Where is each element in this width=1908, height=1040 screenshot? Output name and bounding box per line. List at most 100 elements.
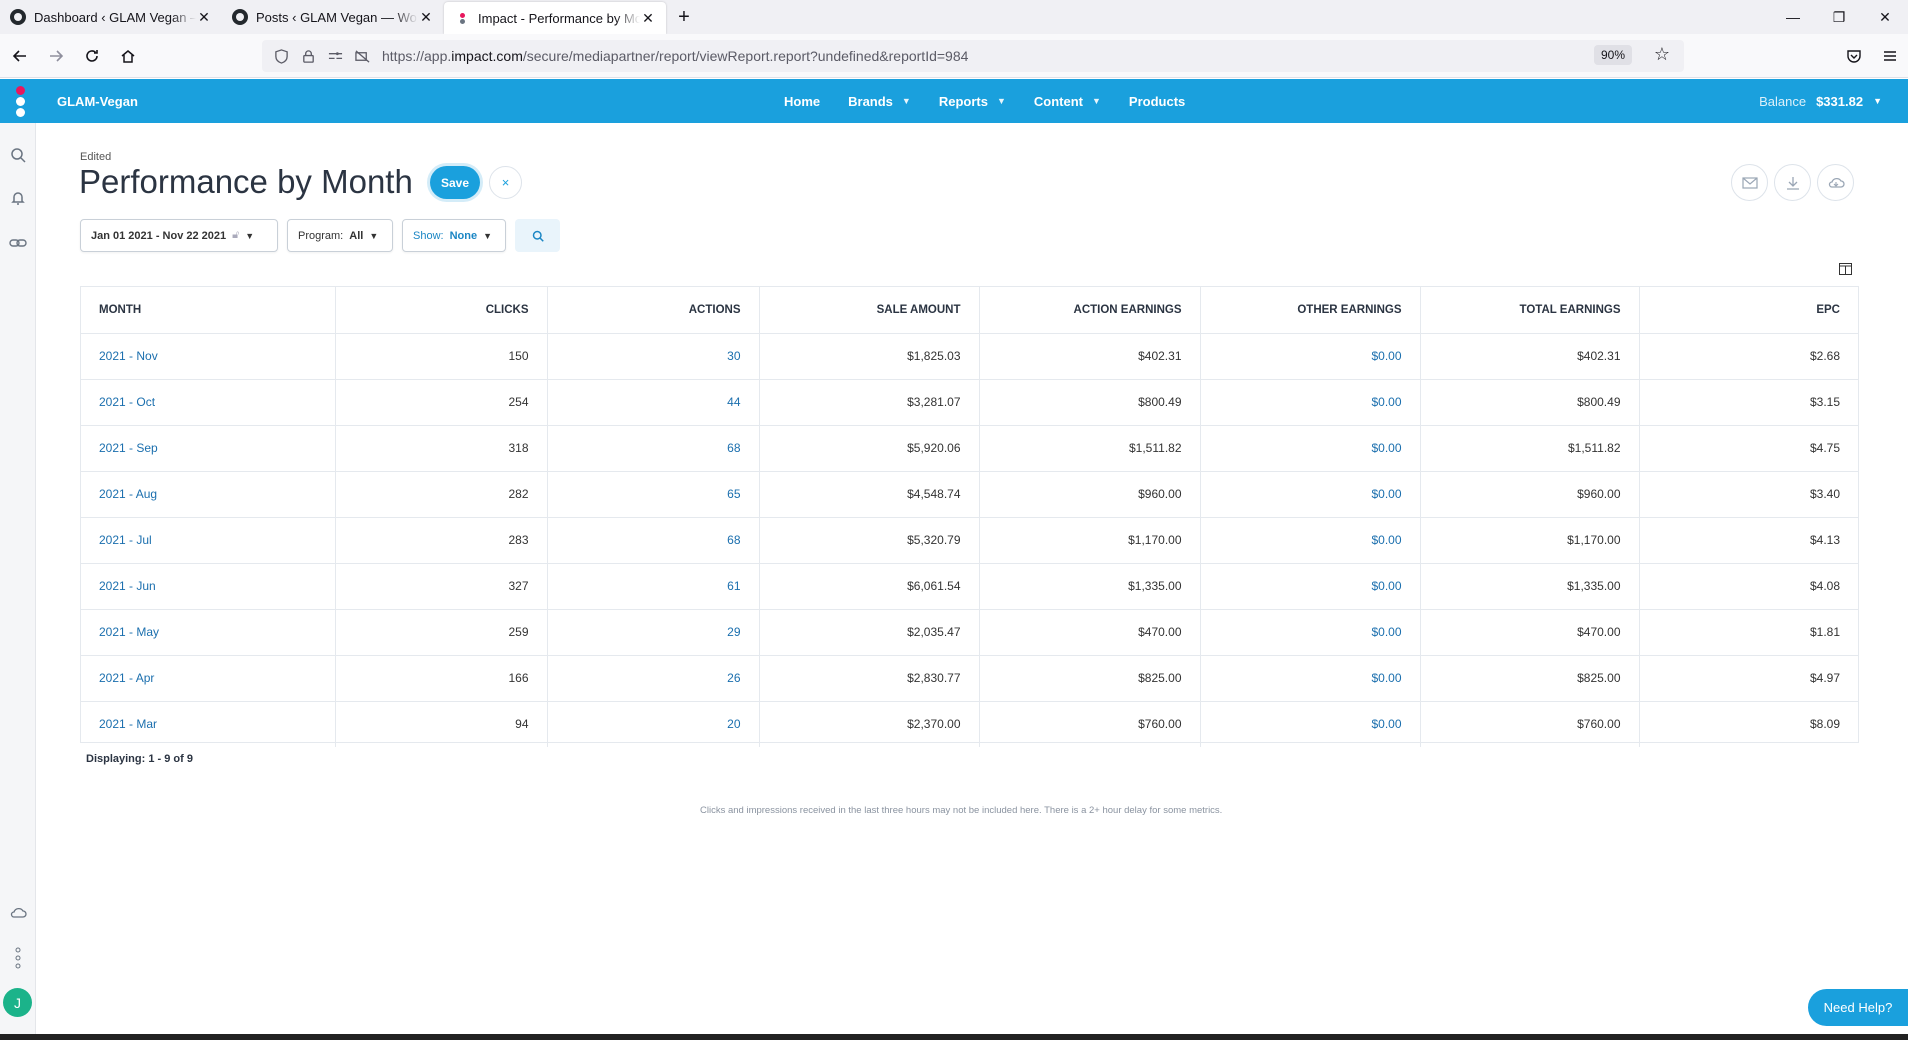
link-icon[interactable]: [9, 234, 27, 252]
program-filter[interactable]: Program: All ▼: [287, 219, 393, 252]
back-arrow-icon[interactable]: [2, 38, 38, 74]
close-tab-icon[interactable]: ✕: [640, 10, 656, 27]
table-cell: $800.49: [1420, 379, 1640, 426]
impact-logo-icon[interactable]: [0, 79, 40, 123]
nav-reports[interactable]: Reports ▼: [925, 94, 1020, 109]
table-cell-link[interactable]: 26: [547, 655, 760, 702]
new-tab-button[interactable]: +: [666, 0, 702, 34]
restore-icon[interactable]: ❐: [1816, 0, 1862, 34]
browser-tab-impact[interactable]: Impact - Performance by Month ✕: [444, 2, 666, 34]
month-link[interactable]: 2021 - Jul: [81, 517, 336, 564]
bookmark-star-icon[interactable]: ☆: [1654, 44, 1670, 65]
home-icon[interactable]: [110, 38, 146, 74]
url-text: https://app.impact.com/secure/mediapartn…: [382, 48, 969, 64]
balance-dropdown[interactable]: Balance $331.82 ▼: [1759, 79, 1882, 123]
close-tab-icon[interactable]: ✕: [418, 9, 434, 26]
table-row: 2021 - Sep 318 68 $5,920.06 $1,511.82 $0.00 $1…: [81, 425, 1858, 472]
table-cell-link[interactable]: 20: [547, 701, 760, 747]
cloud-icon[interactable]: [9, 903, 27, 921]
column-header[interactable]: SALE AMOUNT: [759, 287, 980, 334]
month-link[interactable]: 2021 - Jun: [81, 563, 336, 610]
close-icon[interactable]: ×: [489, 166, 522, 199]
table-cell-link[interactable]: $0.00: [1200, 379, 1421, 426]
chevron-down-icon: ▼: [1092, 96, 1101, 106]
tab-title: Dashboard ‹ GLAM Vegan — WordPress: [34, 9, 196, 25]
url-bar[interactable]: https://app.impact.com/secure/mediapartn…: [262, 40, 1684, 72]
show-filter[interactable]: Show: None ▼: [402, 219, 506, 252]
table-cell-link[interactable]: $0.00: [1200, 333, 1421, 380]
browser-tab-posts[interactable]: Posts ‹ GLAM Vegan — WordPress ✕: [222, 0, 444, 34]
permissions-icon[interactable]: [328, 49, 343, 64]
menu-hamburger-icon[interactable]: [1872, 38, 1908, 74]
download-icon[interactable]: [1774, 164, 1811, 201]
table-cell-link[interactable]: 29: [547, 609, 760, 656]
close-tab-icon[interactable]: ✕: [196, 9, 212, 26]
search-button[interactable]: [515, 219, 560, 252]
table-cell-link[interactable]: 68: [547, 425, 760, 472]
column-header[interactable]: ACTION EARNINGS: [979, 287, 1201, 334]
table-cell-link[interactable]: $0.00: [1200, 425, 1421, 472]
month-link[interactable]: 2021 - Nov: [81, 333, 336, 380]
table-cell-link[interactable]: 61: [547, 563, 760, 610]
table-cell-link[interactable]: $0.00: [1200, 701, 1421, 747]
user-avatar[interactable]: J: [3, 988, 32, 1017]
table-cell: 318: [335, 425, 548, 472]
table-cell-link[interactable]: $0.00: [1200, 517, 1421, 564]
shield-icon[interactable]: [274, 48, 289, 64]
table-cell-link[interactable]: 65: [547, 471, 760, 518]
chevron-down-icon: ▼: [369, 230, 379, 241]
month-link[interactable]: 2021 - Mar: [81, 701, 336, 747]
table-cell-link[interactable]: $0.00: [1200, 563, 1421, 610]
month-link[interactable]: 2021 - Aug: [81, 471, 336, 518]
month-link[interactable]: 2021 - Oct: [81, 379, 336, 426]
table-cell-link[interactable]: $0.00: [1200, 609, 1421, 656]
more-vertical-icon[interactable]: [9, 946, 27, 970]
table-row: 2021 - Mar 94 20 $2,370.00 $760.00 $0.00 $760.…: [81, 701, 1858, 747]
column-header[interactable]: MONTH: [81, 287, 336, 334]
month-link[interactable]: 2021 - Sep: [81, 425, 336, 472]
email-icon[interactable]: [1731, 164, 1768, 201]
month-link[interactable]: 2021 - Apr: [81, 655, 336, 702]
table-cell-link[interactable]: $0.00: [1200, 471, 1421, 518]
month-link[interactable]: 2021 - May: [81, 609, 336, 656]
bell-icon[interactable]: [9, 189, 27, 207]
table-cell: $3.15: [1639, 379, 1858, 426]
column-header[interactable]: ACTIONS: [547, 287, 760, 334]
camera-blocked-icon[interactable]: [355, 49, 370, 64]
need-help-button[interactable]: Need Help?: [1808, 989, 1908, 1026]
column-header[interactable]: EPC: [1639, 287, 1858, 334]
table-cell-link[interactable]: 68: [547, 517, 760, 564]
nav-brands[interactable]: Brands ▼: [834, 94, 925, 109]
pocket-icon[interactable]: [1836, 38, 1872, 74]
nav-content[interactable]: Content ▼: [1020, 94, 1115, 109]
nav-products[interactable]: Products: [1115, 94, 1199, 109]
tab-title: Posts ‹ GLAM Vegan — WordPress: [256, 9, 418, 25]
reload-icon[interactable]: [74, 38, 110, 74]
table-cell-link[interactable]: 30: [547, 333, 760, 380]
cloud-sync-icon[interactable]: [1817, 164, 1854, 201]
column-header[interactable]: TOTAL EARNINGS: [1420, 287, 1640, 334]
table-cell-link[interactable]: 44: [547, 379, 760, 426]
zoom-level[interactable]: 90%: [1593, 45, 1632, 65]
minimize-icon[interactable]: —: [1770, 0, 1816, 34]
close-window-icon[interactable]: ✕: [1862, 0, 1908, 34]
table-cell-link[interactable]: $0.00: [1200, 655, 1421, 702]
save-button[interactable]: Save: [430, 166, 480, 199]
lock-icon[interactable]: [301, 49, 316, 64]
columns-icon[interactable]: [1839, 263, 1852, 275]
taskbar: [0, 1034, 1908, 1040]
account-name[interactable]: GLAM-Vegan: [57, 94, 138, 109]
table-cell: $5,320.79: [759, 517, 980, 564]
nav-home[interactable]: Home: [770, 94, 834, 109]
browser-tab-dashboard[interactable]: Dashboard ‹ GLAM Vegan — WordPress ✕: [0, 0, 222, 34]
table-cell: $1,335.00: [979, 563, 1201, 610]
column-header[interactable]: CLICKS: [335, 287, 548, 334]
table-cell: $1,825.03: [759, 333, 980, 380]
table-cell: $1,170.00: [1420, 517, 1640, 564]
table-row: 2021 - Jul 283 68 $5,320.79 $1,170.00 $0.00 $1…: [81, 517, 1858, 564]
column-header[interactable]: OTHER EARNINGS: [1200, 287, 1421, 334]
table-cell: 282: [335, 471, 548, 518]
date-range-picker[interactable]: Jan 01 2021 - Nov 22 2021 🔓︎ ▼: [80, 219, 278, 252]
forward-arrow-icon[interactable]: [38, 38, 74, 74]
search-icon[interactable]: [9, 146, 27, 164]
